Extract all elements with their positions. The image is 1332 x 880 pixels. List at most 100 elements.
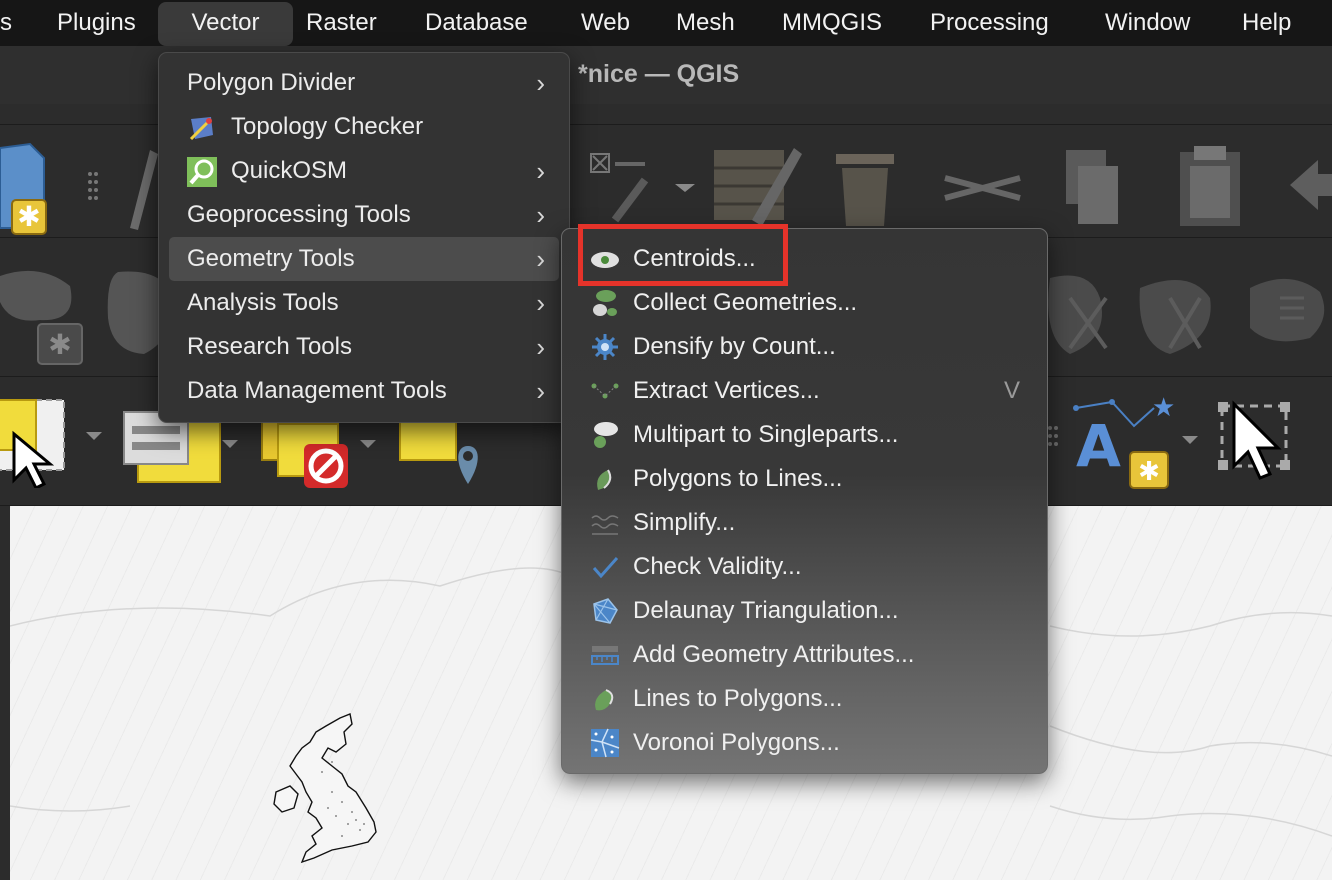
paste-icon[interactable] [1176, 142, 1246, 230]
submenu-item-add-geometry-attributes[interactable]: Add Geometry Attributes... [576, 633, 1036, 677]
vector-menu: Polygon Divider › Topology Checker Quick… [158, 52, 570, 423]
menubar-item-database[interactable]: Database [425, 0, 528, 46]
split-parts-icon[interactable] [1130, 268, 1220, 358]
submenu-item-label: Densify by Count... [633, 333, 836, 360]
densify-icon [592, 334, 618, 360]
submenu-arrow-icon: › [536, 332, 545, 362]
submenu-item-voronoi-polygons[interactable]: Voronoi Polygons... [576, 721, 1036, 765]
submenu-arrow-icon: › [536, 200, 545, 230]
submenu-item-label: Polygons to Lines... [633, 465, 843, 492]
menu-item-analysis-tools[interactable]: Analysis Tools › [169, 281, 559, 325]
submenu-item-collect-geometries[interactable]: Collect Geometries... [576, 281, 1036, 325]
copy-icon[interactable] [1062, 146, 1122, 228]
shortcut-key: V [1003, 377, 1020, 404]
menu-item-data-management-tools[interactable]: Data Management Tools › [169, 369, 559, 413]
menu-item-topology-checker[interactable]: Topology Checker [169, 105, 559, 149]
submenu-item-label: Simplify... [633, 509, 736, 536]
window-title: *nice — QGIS [578, 60, 740, 88]
polygons-to-lines-icon [597, 469, 612, 490]
menubar-item-partial[interactable]: s [0, 0, 12, 46]
undo-icon[interactable] [1288, 150, 1332, 220]
delete-icon[interactable] [830, 148, 900, 228]
voronoi-icon [590, 728, 620, 758]
submenu-arrow-icon: › [536, 244, 545, 274]
menubar-item-vector[interactable]: Vector [158, 2, 293, 46]
menu-item-quickosm[interactable]: QuickOSM › [169, 149, 559, 193]
menu-item-label: Geometry Tools [187, 245, 355, 272]
submenu-item-label: Check Validity... [633, 553, 802, 580]
geometry-attributes-icon [591, 646, 619, 665]
submenu-item-simplify[interactable]: Simplify... [576, 501, 1036, 545]
check-validity-icon [592, 557, 619, 579]
submenu-arrow-icon: › [536, 156, 545, 186]
digitize-shape-icon[interactable]: ✱ [0, 262, 84, 366]
submenu-arrow-icon: › [536, 68, 545, 98]
submenu-arrow-icon: › [536, 288, 545, 318]
lines-to-polygons-icon [595, 689, 614, 711]
menubar-item-plugins[interactable]: Plugins [57, 0, 136, 46]
submenu-item-multipart-to-singleparts[interactable]: Multipart to Singleparts... [576, 413, 1036, 457]
menu-item-label: Topology Checker [231, 113, 424, 140]
geometry-tools-submenu: Centroids... Collect Geometries... Densi… [561, 228, 1048, 774]
menu-item-label: Analysis Tools [187, 289, 339, 316]
menu-item-label: Data Management Tools [187, 377, 447, 404]
centroids-highlight-box [578, 224, 788, 286]
submenu-item-polygons-to-lines[interactable]: Polygons to Lines... [576, 457, 1036, 501]
submenu-item-lines-to-polygons[interactable]: Lines to Polygons... [576, 677, 1036, 721]
submenu-arrow-icon: › [536, 376, 545, 406]
svg-text:★: ★ [1152, 396, 1175, 423]
cut-icon[interactable] [940, 158, 1030, 218]
collect-geometries-icon [593, 290, 617, 316]
new-layer-icon[interactable]: ✱ [0, 140, 50, 235]
svg-text:✱: ✱ [17, 200, 40, 233]
submenu-item-label: Add Geometry Attributes... [633, 641, 915, 668]
menubar-item-raster[interactable]: Raster [306, 0, 377, 46]
submenu-item-check-validity[interactable]: Check Validity... [576, 545, 1036, 589]
submenu-item-delaunay-triangulation[interactable]: Delaunay Triangulation... [576, 589, 1036, 633]
menubar-item-mesh[interactable]: Mesh [676, 0, 735, 46]
submenu-item-extract-vertices[interactable]: Extract Vertices... V [576, 369, 1036, 413]
delaunay-icon [593, 598, 618, 624]
svg-text:A: A [1076, 412, 1121, 480]
simplify-icon [591, 515, 619, 535]
extract-vertices-icon [591, 383, 619, 399]
menu-item-label: Polygon Divider [187, 69, 356, 96]
pencil-icon[interactable] [120, 140, 160, 230]
svg-text:✱: ✱ [1138, 457, 1160, 487]
submenu-item-label: Delaunay Triangulation... [633, 597, 899, 624]
menu-item-research-tools[interactable]: Research Tools › [169, 325, 559, 369]
submenu-item-densify-by-count[interactable]: Densify by Count... [576, 325, 1036, 369]
map-canvas-gutter [0, 506, 10, 880]
submenu-item-label: Voronoi Polygons... [633, 729, 840, 756]
menu-item-label: Geoprocessing Tools [187, 201, 411, 228]
menu-item-polygon-divider[interactable]: Polygon Divider › [169, 61, 559, 105]
menubar-item-mmqgis[interactable]: MMQGIS [782, 0, 882, 46]
menubar: s Plugins Vector Raster Database Web Mes… [0, 0, 1332, 46]
quickosm-icon [187, 157, 217, 187]
label-tool-icon[interactable]: ★ A ✱ [1072, 396, 1202, 490]
menu-item-label: Research Tools [187, 333, 352, 360]
submenu-item-label: Extract Vertices... [633, 377, 820, 404]
toolbar-handle-icon-2[interactable] [1046, 424, 1060, 454]
edit-table-icon[interactable] [712, 140, 802, 230]
merge-features-icon[interactable] [1240, 268, 1332, 358]
menubar-item-window[interactable]: Window [1105, 0, 1190, 46]
split-features-icon[interactable] [1040, 268, 1120, 358]
menubar-item-processing[interactable]: Processing [930, 0, 1049, 46]
select-features-icon[interactable] [0, 396, 104, 488]
svg-text:✱: ✱ [48, 328, 71, 361]
menubar-item-web[interactable]: Web [581, 0, 630, 46]
select-box-pointer-icon[interactable] [1214, 396, 1298, 490]
menu-item-geoprocessing-tools[interactable]: Geoprocessing Tools › [169, 193, 559, 237]
submenu-item-label: Collect Geometries... [633, 289, 858, 316]
menu-item-label: QuickOSM [231, 157, 348, 184]
uk-map-icon [273, 713, 377, 864]
topology-checker-icon [189, 117, 213, 141]
menubar-item-help[interactable]: Help [1242, 0, 1291, 46]
submenu-item-label: Multipart to Singleparts... [633, 421, 899, 448]
multipart-icon [594, 422, 618, 448]
vertex-tool-icon[interactable] [585, 150, 695, 230]
menu-item-geometry-tools[interactable]: Geometry Tools › [169, 237, 559, 281]
toolbar-handle-icon[interactable] [86, 170, 100, 206]
submenu-item-label: Lines to Polygons... [633, 685, 843, 712]
